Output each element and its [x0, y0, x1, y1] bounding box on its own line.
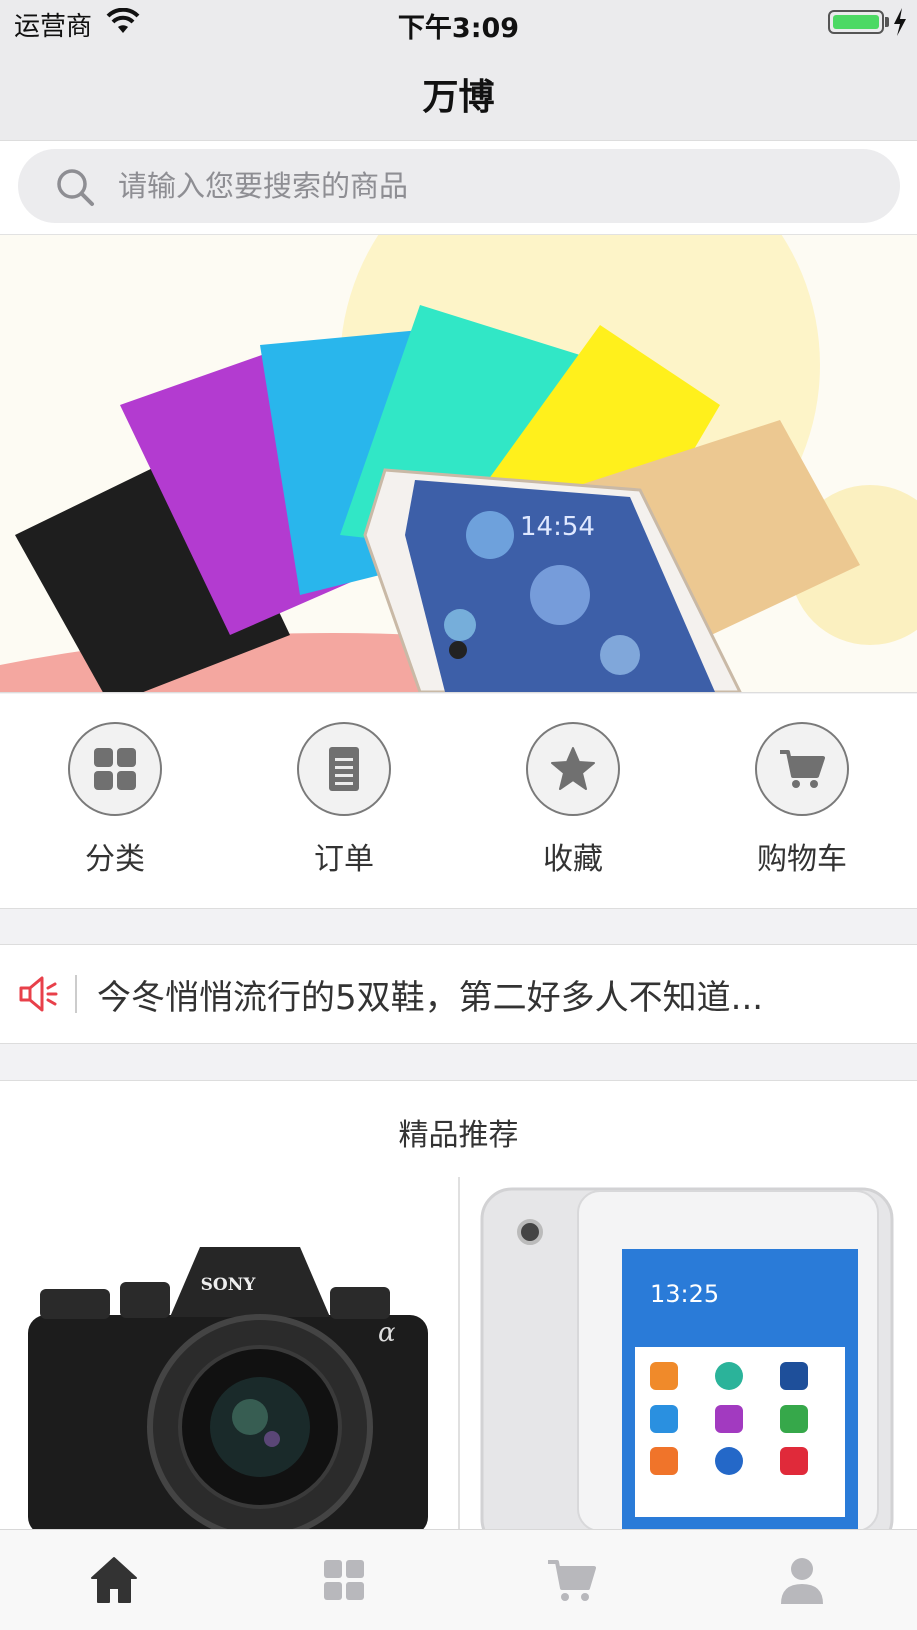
home-icon [91, 1557, 137, 1603]
product-card-camera[interactable]: SONY α [0, 1177, 458, 1529]
promo-banner[interactable]: 14:54 [0, 235, 917, 693]
menu-icon-circle [755, 722, 849, 816]
menu-icon-circle [297, 722, 391, 816]
svg-text:α: α [378, 1318, 396, 1348]
grid-icon [324, 1560, 364, 1600]
status-bar: 运营商 下午3:09 [0, 0, 917, 46]
product-card-tablet[interactable]: 13:25 [460, 1177, 917, 1529]
menu-label: 订单 [314, 842, 374, 877]
tab-profile[interactable] [776, 1554, 828, 1606]
grid-icon [94, 748, 136, 790]
search-box[interactable] [18, 149, 900, 223]
tab-bar [0, 1529, 917, 1630]
menu-item-cart[interactable]: 购物车 [722, 722, 882, 882]
quick-menu: 分类 订单 收藏 购物车 [0, 694, 917, 909]
document-icon [329, 747, 359, 791]
notice-text[interactable]: 今冬悄悄流行的5双鞋，第二好多人不知道... [97, 970, 763, 1019]
section-header: 精品推荐 [0, 1080, 917, 1178]
menu-icon-circle [526, 722, 620, 816]
nav-bar: 万博 [0, 46, 917, 141]
section-title: 精品推荐 [398, 1118, 519, 1153]
search-bar [0, 141, 917, 235]
product-grid: SONY α 13:25 [0, 1177, 917, 1529]
search-input[interactable] [118, 149, 878, 223]
tablet-image: 13:25 [460, 1177, 917, 1529]
menu-item-orders[interactable]: 订单 [264, 722, 424, 882]
camera-brand: SONY [201, 1275, 257, 1295]
battery-tip [885, 17, 889, 27]
banner-screen-time: 14:54 [520, 512, 595, 542]
menu-icon-circle [68, 722, 162, 816]
tab-cart[interactable] [546, 1554, 598, 1606]
tablet-screen-time: 13:25 [650, 1280, 719, 1308]
cart-icon [780, 750, 825, 788]
clock: 下午3:09 [397, 13, 520, 44]
charging-icon [894, 8, 906, 36]
cart-icon [548, 1560, 596, 1601]
banner-image: 14:54 [0, 235, 917, 692]
menu-label: 购物车 [757, 842, 847, 877]
menu-label: 收藏 [543, 842, 603, 877]
camera-image: SONY α [0, 1177, 458, 1529]
user-icon [781, 1558, 823, 1604]
battery-icon [828, 10, 884, 34]
menu-item-favorites[interactable]: 收藏 [493, 722, 653, 882]
search-icon [57, 169, 94, 206]
star-icon [551, 747, 595, 790]
app-screen: 运营商 下午3:09 万博 请输入您要搜索的商品 14:54 分类 订单 收藏 … [0, 0, 917, 1630]
menu-label: 分类 [85, 842, 145, 877]
tab-home[interactable] [88, 1554, 140, 1606]
speaker-icon [19, 976, 58, 1012]
menu-item-category[interactable]: 分类 [35, 722, 195, 882]
tab-category[interactable] [318, 1554, 370, 1606]
page-title: 万博 [422, 77, 495, 118]
notice-divider [75, 975, 77, 1013]
announcement-bar[interactable]: 今冬悄悄流行的5双鞋，第二好多人不知道... [0, 944, 917, 1044]
